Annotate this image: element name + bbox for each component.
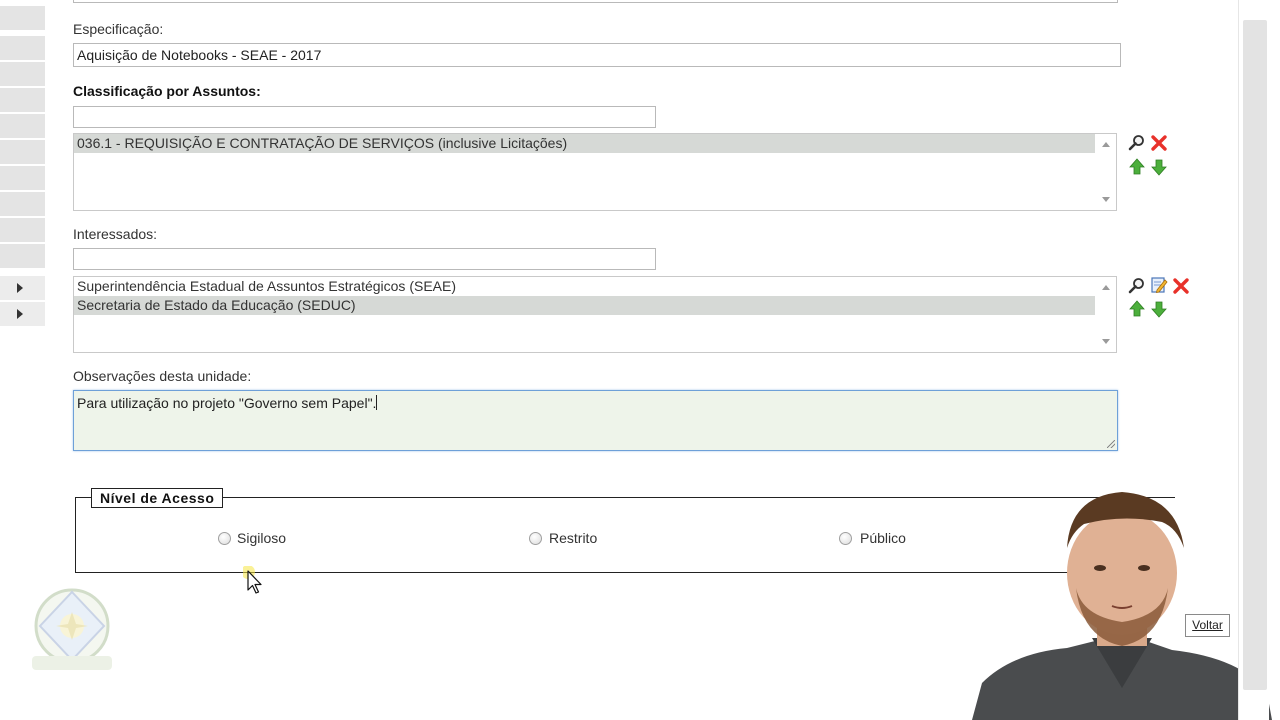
previous-field-partial[interactable] [73, 0, 1118, 3]
mouse-cursor-icon [243, 566, 262, 594]
interessado-option[interactable]: Superintendência Estadual de Assuntos Es… [74, 277, 1095, 296]
green-down-arrow-icon[interactable] [1150, 300, 1168, 318]
radio-label-publico[interactable]: Público [860, 530, 906, 546]
side-menu-item[interactable] [0, 244, 45, 270]
presenter-webcam-overlay [972, 492, 1272, 720]
magnifier-icon[interactable] [1128, 277, 1146, 295]
green-down-arrow-icon[interactable] [1150, 158, 1168, 176]
side-menu-item[interactable] [0, 166, 45, 192]
listbox-scrollbar[interactable] [1096, 134, 1116, 210]
radio-publico[interactable] [839, 532, 852, 545]
text-caret [376, 395, 378, 410]
interessado-option[interactable]: Secretaria de Estado da Educação (SEDUC) [74, 296, 1095, 315]
side-menu-item[interactable] [0, 114, 45, 140]
radio-label-sigiloso[interactable]: Sigiloso [237, 530, 286, 546]
resize-grip-icon[interactable] [1107, 440, 1115, 448]
interessados-label: Interessados: [73, 226, 158, 242]
observacoes-textarea[interactable]: Para utilização no projeto "Governo sem … [73, 390, 1118, 451]
side-menu-item[interactable] [0, 140, 45, 166]
red-x-icon[interactable] [1172, 277, 1190, 295]
listbox-scrollbar[interactable] [1096, 277, 1116, 352]
green-up-arrow-icon[interactable] [1128, 158, 1146, 176]
page-scrollbar-thumb[interactable] [1243, 20, 1267, 690]
state-emblem-icon [32, 588, 112, 670]
side-menu-expand-item[interactable] [0, 276, 45, 302]
edit-note-icon[interactable] [1150, 276, 1168, 294]
side-menu-item[interactable] [0, 6, 45, 32]
especificacao-label: Especificação: [73, 21, 164, 37]
interessados-listbox[interactable]: Superintendência Estadual de Assuntos Es… [73, 276, 1117, 353]
green-up-arrow-icon[interactable] [1128, 300, 1146, 318]
side-menu-item[interactable] [0, 218, 45, 244]
side-menu-item[interactable] [0, 36, 45, 62]
observacoes-label: Observações desta unidade: [73, 368, 252, 384]
classificacao-label: Classificação por Assuntos: [73, 83, 261, 99]
nivel-acesso-legend: Nível de Acesso [91, 488, 224, 508]
side-menu-item[interactable] [0, 88, 45, 114]
radio-sigiloso[interactable] [218, 532, 231, 545]
observacoes-text: Para utilização no projeto "Governo sem … [77, 395, 377, 411]
magnifier-icon[interactable] [1128, 134, 1146, 152]
especificacao-input[interactable]: Aquisição de Notebooks - SEAE - 2017 [73, 43, 1121, 67]
side-menu-item[interactable] [0, 192, 45, 218]
classificacao-search-input[interactable] [73, 106, 656, 128]
red-x-icon[interactable] [1150, 134, 1168, 152]
classificacao-option[interactable]: 036.1 - REQUISIÇÃO E CONTRATAÇÃO DE SERV… [74, 134, 1095, 153]
side-menu-expand-item[interactable] [0, 302, 45, 328]
interessados-search-input[interactable] [73, 248, 656, 270]
radio-label-restrito[interactable]: Restrito [549, 530, 597, 546]
classificacao-listbox[interactable]: 036.1 - REQUISIÇÃO E CONTRATAÇÃO DE SERV… [73, 133, 1117, 211]
radio-restrito[interactable] [529, 532, 542, 545]
page-scrollbar[interactable] [1238, 0, 1269, 720]
left-side-menu [0, 0, 45, 335]
side-menu-item[interactable] [0, 62, 45, 88]
